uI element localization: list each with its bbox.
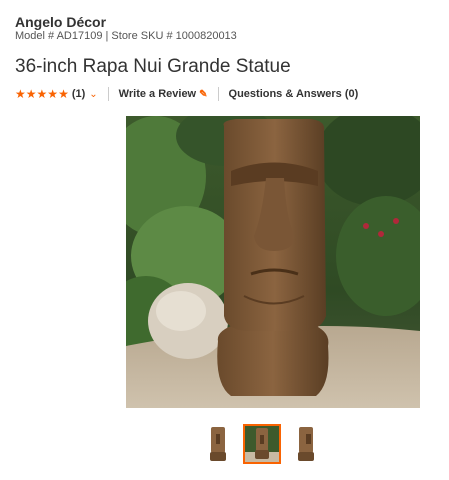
statue-thumbnail-image <box>210 427 226 461</box>
star-icon: ★ <box>15 87 26 101</box>
divider <box>217 87 219 101</box>
thumbnail-strip <box>199 424 325 464</box>
review-count[interactable]: (1) <box>72 88 85 100</box>
divider <box>107 87 109 101</box>
write-review-link[interactable]: Write a Review ✎ <box>119 88 208 100</box>
thumbnail-2[interactable] <box>243 424 281 464</box>
model-sku-line: Model # AD17109 | Store SKU # 1000820013 <box>15 30 237 42</box>
star-icon: ★ <box>36 87 48 101</box>
star-icon: ★ <box>58 87 69 101</box>
thumbnail-1[interactable] <box>199 424 237 464</box>
statue-thumbnail-image <box>245 426 279 462</box>
write-review-label: Write a Review <box>118 88 197 100</box>
thumbnail-3[interactable] <box>287 424 325 464</box>
star-icon: ★ <box>47 87 59 101</box>
pencil-icon: ✎ <box>199 88 208 100</box>
main-product-image[interactable] <box>126 116 420 408</box>
chevron-down-icon[interactable]: ⌄ <box>89 89 97 100</box>
statue-thumbnail-image <box>298 427 314 461</box>
ratings-row: ★ ★ ★ ★ ★ (1) ⌄ Write a Review ✎ Questio… <box>15 86 358 102</box>
rating-stars[interactable]: ★ ★ ★ ★ ★ <box>15 88 69 100</box>
statue-photo <box>126 116 420 408</box>
star-icon: ★ <box>25 87 37 101</box>
questions-answers-link[interactable]: Questions & Answers (0) <box>229 88 359 100</box>
brand-name[interactable]: Angelo Décor <box>15 14 106 30</box>
product-title: 36-inch Rapa Nui Grande Statue <box>15 56 291 77</box>
